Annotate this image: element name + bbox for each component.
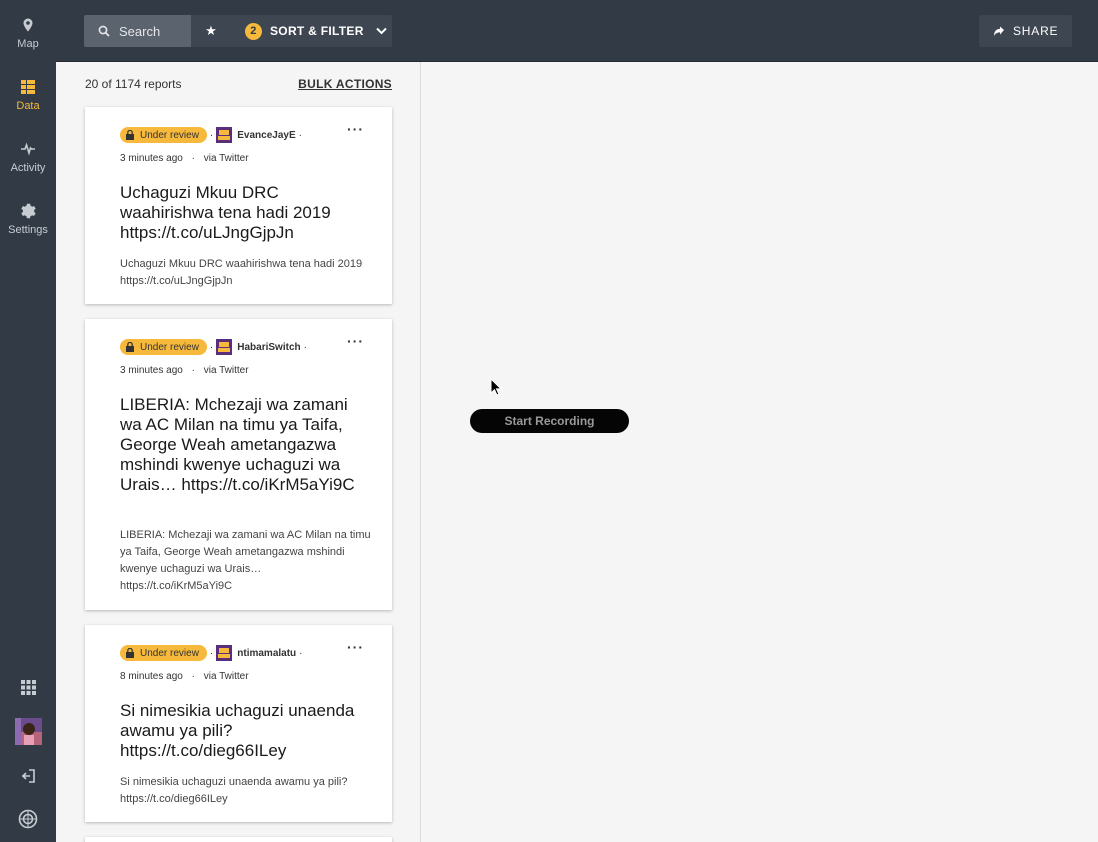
ushahidi-logo[interactable]	[0, 809, 56, 834]
detail-area	[421, 62, 1098, 842]
post-description: Si nimesikia uchaguzi unaenda awamu ya p…	[120, 776, 348, 805]
more-options-icon[interactable]: ···	[347, 121, 364, 137]
more-options-icon[interactable]: ···	[347, 639, 364, 655]
author-avatar	[216, 127, 233, 143]
top-toolbar: Search ★ 2 SORT & FILTER SHARE	[56, 0, 1098, 62]
post-card[interactable]: Under review · EvanceJayE · ··· 3 minute…	[85, 107, 392, 304]
ushahidi-logo-icon	[18, 809, 38, 829]
status-text: Under review	[140, 129, 199, 141]
status-badge: Under review	[120, 645, 207, 661]
data-icon	[21, 80, 35, 94]
filter-count-badge: 2	[245, 22, 262, 40]
saved-searches-button[interactable]: ★	[191, 15, 231, 47]
author-avatar	[216, 645, 233, 661]
logout-icon	[21, 769, 35, 783]
post-title: LIBERIA: Mchezaji wa zamani wa AC Milan …	[120, 395, 355, 494]
report-count: 20 of 1174 reports	[85, 77, 182, 91]
more-options-icon[interactable]: ···	[347, 333, 364, 349]
post-timestamp: 3 minutes ago · via Twitter	[120, 153, 249, 164]
post-description: Uchaguzi Mkuu DRC waahirishwa tena hadi …	[120, 258, 363, 287]
share-arrow-icon	[994, 26, 1004, 36]
post-source: via Twitter	[203, 153, 249, 164]
post-title: Uchaguzi Mkuu DRC waahirishwa tena hadi …	[120, 183, 331, 242]
bulk-actions-link[interactable]: BULK ACTIONS	[298, 77, 392, 91]
status-badge: Under review	[120, 339, 207, 355]
post-source: via Twitter	[203, 671, 249, 682]
post-meta: Under review · HabariSwitch ·	[120, 339, 310, 355]
author-name: EvanceJayE	[237, 129, 296, 141]
nav-label-map: Map	[17, 38, 39, 50]
apps-grid-icon	[20, 680, 36, 695]
author-name: HabariSwitch	[237, 341, 301, 353]
chevron-down-icon	[375, 27, 387, 35]
post-description: LIBERIA: Mchezaji wa zamani wa AC Milan …	[120, 529, 371, 592]
post-card[interactable]	[85, 837, 392, 842]
nav-item-map[interactable]: Map	[0, 17, 56, 69]
map-pin-icon	[23, 18, 33, 32]
post-meta: Under review · EvanceJayE ·	[120, 127, 305, 143]
nav-item-activity[interactable]: Activity	[0, 141, 56, 193]
lock-icon	[126, 130, 134, 140]
post-source: via Twitter	[203, 365, 249, 376]
sort-filter-label: SORT & FILTER	[270, 24, 364, 38]
sort-filter-button[interactable]: 2 SORT & FILTER	[231, 15, 392, 47]
nav-label-settings: Settings	[8, 224, 48, 236]
nav-item-data[interactable]: Data	[0, 79, 56, 131]
share-button[interactable]: SHARE	[979, 15, 1072, 47]
status-text: Under review	[140, 341, 199, 353]
nav-label-activity: Activity	[10, 162, 46, 174]
search-button[interactable]: Search	[84, 15, 191, 47]
lock-icon	[126, 648, 134, 658]
avatar-image	[14, 718, 42, 745]
nav-item-settings[interactable]: Settings	[0, 203, 56, 255]
activity-icon	[21, 142, 35, 156]
post-timestamp: 3 minutes ago · via Twitter	[120, 365, 249, 376]
post-card[interactable]: Under review · ntimamalatu · ··· 8 minut…	[85, 625, 392, 822]
user-avatar[interactable]	[0, 718, 56, 750]
post-card[interactable]: Under review · HabariSwitch · ··· 3 minu…	[85, 319, 392, 610]
status-text: Under review	[140, 647, 199, 659]
post-title: Si nimesikia uchaguzi unaenda awamu ya p…	[120, 701, 355, 760]
share-label: SHARE	[1013, 24, 1059, 38]
author-avatar	[216, 339, 233, 355]
post-meta: Under review · ntimamalatu ·	[120, 645, 306, 661]
sidebar: Map Data Activity Settings	[0, 0, 56, 842]
lock-icon	[126, 342, 134, 352]
star-icon: ★	[205, 23, 217, 38]
logout-button[interactable]	[0, 768, 56, 789]
search-label: Search	[119, 23, 161, 39]
start-recording-button[interactable]: Start Recording	[470, 409, 629, 433]
gear-icon	[21, 203, 36, 219]
status-badge: Under review	[120, 127, 207, 143]
search-icon	[98, 25, 110, 37]
nav-label-data: Data	[16, 100, 40, 112]
mouse-cursor-icon	[490, 378, 502, 396]
author-name: ntimamalatu	[237, 647, 297, 659]
post-list: 20 of 1174 reports BULK ACTIONS Under re…	[56, 62, 420, 842]
apps-grid-button[interactable]	[0, 680, 56, 700]
post-timestamp: 8 minutes ago · via Twitter	[120, 671, 249, 682]
